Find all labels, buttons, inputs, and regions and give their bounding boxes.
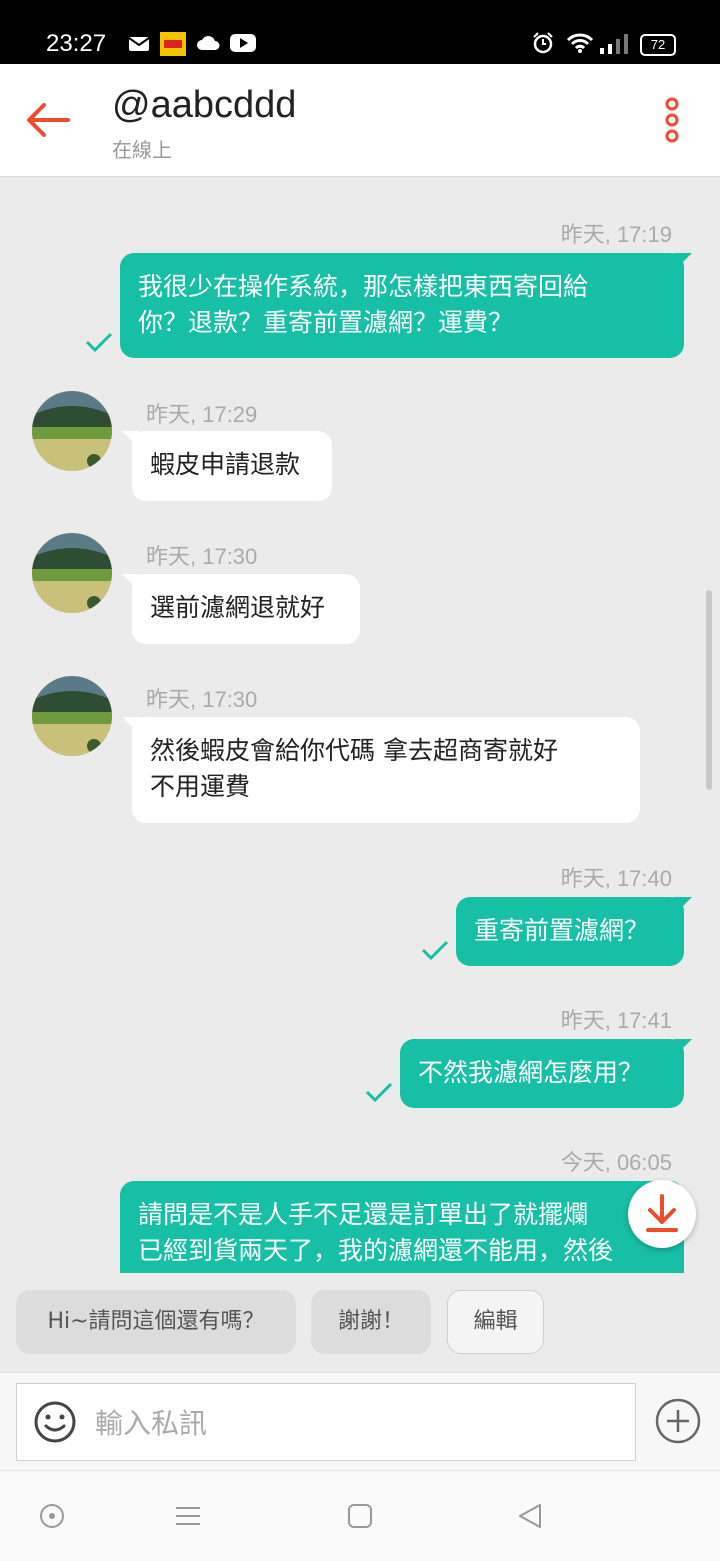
message-list[interactable]: 昨天, 17:19 我很少在操作系統，那怎樣把東西寄回給 你？退款？重寄前置濾網…	[0, 177, 720, 1273]
nav-assistant-icon[interactable]	[38, 1502, 66, 1530]
app-notification-icon	[160, 32, 186, 56]
message-line: 不用運費	[150, 772, 251, 801]
scrollbar[interactable]	[706, 590, 712, 790]
message-line: 請問是不是人手不足還是訂單出了就擺爛	[138, 1200, 589, 1229]
nav-back-icon[interactable]	[516, 1502, 544, 1530]
message-line: 不然我濾網怎麼用？	[418, 1058, 644, 1087]
system-navigation-bar	[0, 1470, 720, 1561]
scroll-to-bottom-button[interactable]	[628, 1180, 696, 1248]
nav-menu-icon[interactable]	[174, 1502, 202, 1530]
quick-reply-button[interactable]: Hi~請問這個還有嗎？	[16, 1290, 296, 1354]
avatar[interactable]	[32, 533, 112, 613]
back-arrow-icon[interactable]	[24, 100, 72, 140]
outgoing-message[interactable]: 請問是不是人手不足還是訂單出了就擺爛 已經到貨兩天了，我的濾網還不能用，然後	[120, 1181, 684, 1273]
emoji-icon[interactable]	[33, 1400, 77, 1444]
incoming-message[interactable]: 選前濾網退就好	[122, 574, 360, 644]
outgoing-message[interactable]: 不然我濾網怎麼用？	[400, 1039, 684, 1108]
message-timestamp: 今天, 06:05	[560, 1150, 672, 1175]
more-options-icon[interactable]	[660, 96, 684, 144]
youtube-icon	[230, 34, 256, 52]
message-timestamp: 昨天, 17:41	[560, 1008, 672, 1033]
status-bar: 23:27 72	[0, 0, 720, 64]
sent-check-icon	[365, 1082, 393, 1103]
message-timestamp: 昨天, 17:30	[146, 687, 258, 712]
message-timestamp: 昨天, 17:29	[146, 402, 258, 427]
message-timestamp: 昨天, 17:30	[146, 544, 258, 569]
cloud-icon	[197, 36, 220, 50]
message-input[interactable]: 輸入私訊	[16, 1383, 636, 1461]
avatar[interactable]	[32, 676, 112, 756]
message-line: 已經到貨兩天了，我的濾網還不能用，然後	[138, 1236, 614, 1265]
quick-reply-button[interactable]: 謝謝！	[311, 1290, 431, 1354]
outgoing-message[interactable]: 我很少在操作系統，那怎樣把東西寄回給 你？退款？重寄前置濾網？運費？	[120, 253, 684, 358]
message-line: 然後蝦皮會給你代碼 拿去超商寄就好	[150, 736, 558, 765]
input-placeholder: 輸入私訊	[95, 1407, 208, 1440]
incoming-message[interactable]: 蝦皮申請退款	[122, 431, 332, 501]
chat-header: @aabcddd 在線上	[0, 64, 720, 177]
online-status: 在線上	[112, 138, 172, 162]
signal-icon	[600, 34, 628, 54]
download-arrow-icon	[646, 1194, 678, 1232]
avatar-landscape-icon	[32, 391, 112, 471]
wifi-icon	[566, 33, 594, 53]
message-input-bar: 輸入私訊	[0, 1372, 720, 1471]
sent-check-icon	[85, 332, 113, 353]
battery-indicator: 72	[640, 34, 676, 56]
message-line: 蝦皮申請退款	[150, 450, 301, 479]
message-line: 我很少在操作系統，那怎樣把東西寄回給	[138, 272, 589, 301]
alarm-icon	[533, 32, 553, 54]
plus-icon[interactable]	[654, 1397, 702, 1445]
message-timestamp: 昨天, 17:19	[560, 222, 672, 247]
chat-title: @aabcddd	[112, 84, 297, 126]
avatar-landscape-icon	[32, 676, 112, 756]
sent-check-icon	[421, 940, 449, 961]
status-time: 23:27	[46, 30, 107, 57]
incoming-message[interactable]: 然後蝦皮會給你代碼 拿去超商寄就好 不用運費	[122, 717, 640, 823]
avatar[interactable]	[32, 391, 112, 471]
message-line: 你？退款？重寄前置濾網？運費？	[138, 308, 514, 337]
nav-home-icon[interactable]	[346, 1502, 374, 1530]
edit-quick-replies-button[interactable]: 編輯	[447, 1290, 544, 1354]
avatar-landscape-icon	[32, 533, 112, 613]
message-timestamp: 昨天, 17:40	[560, 866, 672, 891]
outgoing-message[interactable]: 重寄前置濾網？	[456, 897, 684, 966]
message-line: 重寄前置濾網？	[474, 916, 650, 945]
mail-icon	[128, 37, 150, 51]
message-line: 選前濾網退就好	[150, 593, 326, 622]
